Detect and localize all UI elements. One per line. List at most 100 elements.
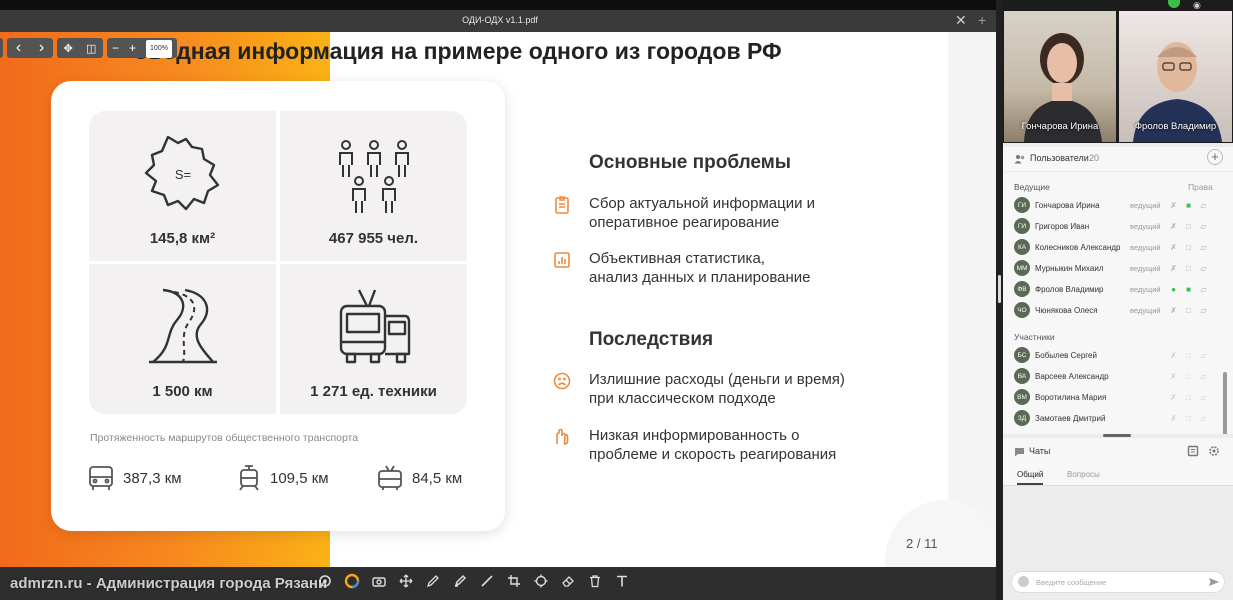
panel-resize-handle[interactable] — [1103, 434, 1131, 437]
close-document-button[interactable]: ✕ — [955, 12, 967, 29]
screen-share-icon[interactable]: ▱ — [1196, 351, 1211, 360]
screen-share-icon[interactable]: ▱ — [1196, 222, 1211, 231]
fit-group: ✥ ◫ — [57, 38, 103, 58]
mic-muted-icon[interactable]: ✗ — [1166, 414, 1181, 423]
camera-off-icon[interactable]: □ — [1181, 351, 1196, 360]
user-role: ведущий — [1130, 242, 1161, 252]
camera-off-icon[interactable]: □ — [1181, 414, 1196, 423]
screen-share-icon[interactable]: ▱ — [1196, 201, 1211, 210]
camera-off-icon[interactable]: □ — [1181, 264, 1196, 273]
screen-share-icon[interactable]: ▱ — [1196, 306, 1211, 315]
user-name: Фролов Владимир — [1035, 284, 1104, 294]
mic-muted-icon[interactable]: ✗ — [1166, 264, 1181, 273]
user-row[interactable]: ФВ Фролов Владимир ведущий ● ■ ▱ — [1014, 279, 1221, 299]
mic-on-icon[interactable]: ● — [1166, 285, 1181, 294]
line-tool-icon[interactable] — [477, 571, 497, 591]
move-tool-icon[interactable] — [396, 571, 416, 591]
target-tool-icon[interactable] — [531, 571, 551, 591]
zoom-group: − + 100% — [107, 38, 177, 58]
speaker-icon[interactable]: ◉ — [1193, 0, 1201, 11]
fit-width-icon[interactable]: ◫ — [86, 42, 96, 55]
tab-general[interactable]: Общий — [1017, 470, 1044, 485]
user-row[interactable]: КА Колесников Александр ведущий ✗ □ ▱ — [1014, 237, 1221, 257]
user-row[interactable]: ГИ Григоров Иван ведущий ✗ □ ▱ — [1014, 216, 1221, 236]
avatar: ФВ — [1014, 281, 1030, 297]
chat-settings-icon[interactable] — [1208, 445, 1220, 457]
route-trolleybus: 84,5 км — [376, 463, 462, 493]
user-list-scrollbar[interactable] — [1223, 372, 1227, 434]
user-row[interactable]: ГИ Гончарова Ирина ведущий ✗ ■ ▱ — [1014, 195, 1221, 215]
routes-caption: Протяженность маршрутов общественного тр… — [90, 432, 359, 444]
problem-text-line2: анализ данных и планирование — [589, 269, 811, 286]
camera-tool-icon[interactable] — [369, 571, 389, 591]
camera-off-icon[interactable]: □ — [1181, 393, 1196, 402]
screen-share-icon[interactable]: ▱ — [1196, 264, 1211, 273]
pencil-tool-icon[interactable] — [423, 571, 443, 591]
slide-title: Сводная информация на примере одного из … — [132, 38, 782, 64]
screen-share-icon[interactable]: ▱ — [1196, 285, 1211, 294]
camera-off-icon[interactable]: □ — [1181, 306, 1196, 315]
mic-muted-icon[interactable]: ✗ — [1166, 222, 1181, 231]
mic-muted-icon[interactable]: ✗ — [1166, 243, 1181, 252]
next-page-button[interactable]: › — [39, 39, 44, 57]
user-row[interactable]: ВМ Воротилина Мария ✗ □ ▱ — [1014, 387, 1221, 407]
user-row[interactable]: ММ Мурныкин Михаил ведущий ✗ □ ▱ — [1014, 258, 1221, 278]
screen-share-icon[interactable]: ▱ — [1196, 372, 1211, 381]
zoom-in-button[interactable]: + — [129, 41, 136, 55]
user-row[interactable]: ВА Варсеев Александр ✗ □ ▱ — [1014, 366, 1221, 386]
users-title: Пользователи — [1030, 153, 1089, 163]
user-row[interactable]: ЧО Чюнякова Олеся ведущий ✗ □ ▱ — [1014, 300, 1221, 320]
mic-muted-icon[interactable]: ✗ — [1166, 351, 1181, 360]
screen-share-icon[interactable]: ▱ — [1196, 393, 1211, 402]
chat-input[interactable]: Введите сообщение — [1011, 571, 1225, 593]
trolleybus-small-icon — [378, 465, 402, 490]
camera-on-icon[interactable]: ■ — [1181, 285, 1196, 294]
participants-group-label: Участники — [1014, 332, 1055, 342]
viewer-toolbar: ‹ › ✥ ◫ − + 100% — [0, 38, 177, 58]
mic-muted-icon[interactable]: ✗ — [1166, 372, 1181, 381]
emoji-icon[interactable] — [1018, 576, 1029, 587]
avatar: ЧО — [1014, 302, 1030, 318]
camera-on-icon[interactable]: ■ — [1181, 201, 1196, 210]
user-name: Воротилина Мария — [1035, 392, 1107, 402]
new-tab-button[interactable]: + — [978, 12, 986, 28]
screen-share-icon[interactable]: ▱ — [1196, 243, 1211, 252]
eraser-tool-icon[interactable] — [558, 571, 578, 591]
zoom-level[interactable]: 100% — [145, 39, 172, 58]
mic-muted-icon[interactable]: ✗ — [1166, 306, 1181, 315]
text-tool-icon[interactable] — [612, 571, 632, 591]
video-tile[interactable]: Гончарова Ирина — [1004, 11, 1116, 142]
user-row[interactable]: БС Бобылев Сергей ✗ □ ▱ — [1014, 345, 1221, 365]
send-icon[interactable] — [1208, 577, 1220, 587]
screen-share-icon[interactable]: ▱ — [1196, 414, 1211, 423]
camera-off-icon[interactable]: □ — [1181, 222, 1196, 231]
video-tile[interactable]: Фролов Владимир — [1119, 11, 1232, 142]
add-user-button[interactable]: + — [1207, 149, 1223, 165]
document-title: ОДИ-ОДХ v1.1.pdf — [462, 15, 538, 25]
marker-tool-icon[interactable] — [450, 571, 470, 591]
watermark: admrzn.ru - Администрация города Рязани — [10, 575, 328, 592]
trash-tool-icon[interactable] — [585, 571, 605, 591]
sad-face-icon — [553, 372, 571, 390]
camera-off-icon[interactable]: □ — [1181, 243, 1196, 252]
mic-muted-icon[interactable]: ✗ — [1166, 201, 1181, 210]
color-picker-icon[interactable] — [342, 571, 362, 591]
consequences-heading: Последствия — [589, 329, 714, 350]
chat-icon — [1015, 448, 1024, 457]
fit-page-icon[interactable]: ✥ — [64, 42, 73, 55]
mic-muted-icon[interactable]: ✗ — [1166, 393, 1181, 402]
chat-log-icon[interactable] — [1187, 445, 1199, 457]
user-name: Бобылев Сергей — [1035, 350, 1097, 360]
tab-questions[interactable]: Вопросы — [1067, 470, 1100, 479]
user-list: Ведущие Права ГИ Гончарова Ирина ведущий… — [1003, 172, 1233, 434]
zoom-out-button[interactable]: − — [112, 41, 119, 55]
population-value: 467 955 чел. — [328, 230, 419, 247]
previous-page-button[interactable]: ‹ — [16, 39, 21, 57]
consequence-text-line2: проблеме и скорость реагирования — [589, 446, 837, 463]
camera-off-icon[interactable]: □ — [1181, 372, 1196, 381]
stat-vehicles: 1 271 ед. техники — [280, 264, 467, 414]
user-row[interactable]: ЗД Замотаев Дмитрий ✗ □ ▱ — [1014, 408, 1221, 428]
resize-handle[interactable] — [998, 275, 1001, 303]
user-name: Замотаев Дмитрий — [1035, 413, 1106, 423]
crop-tool-icon[interactable] — [504, 571, 524, 591]
